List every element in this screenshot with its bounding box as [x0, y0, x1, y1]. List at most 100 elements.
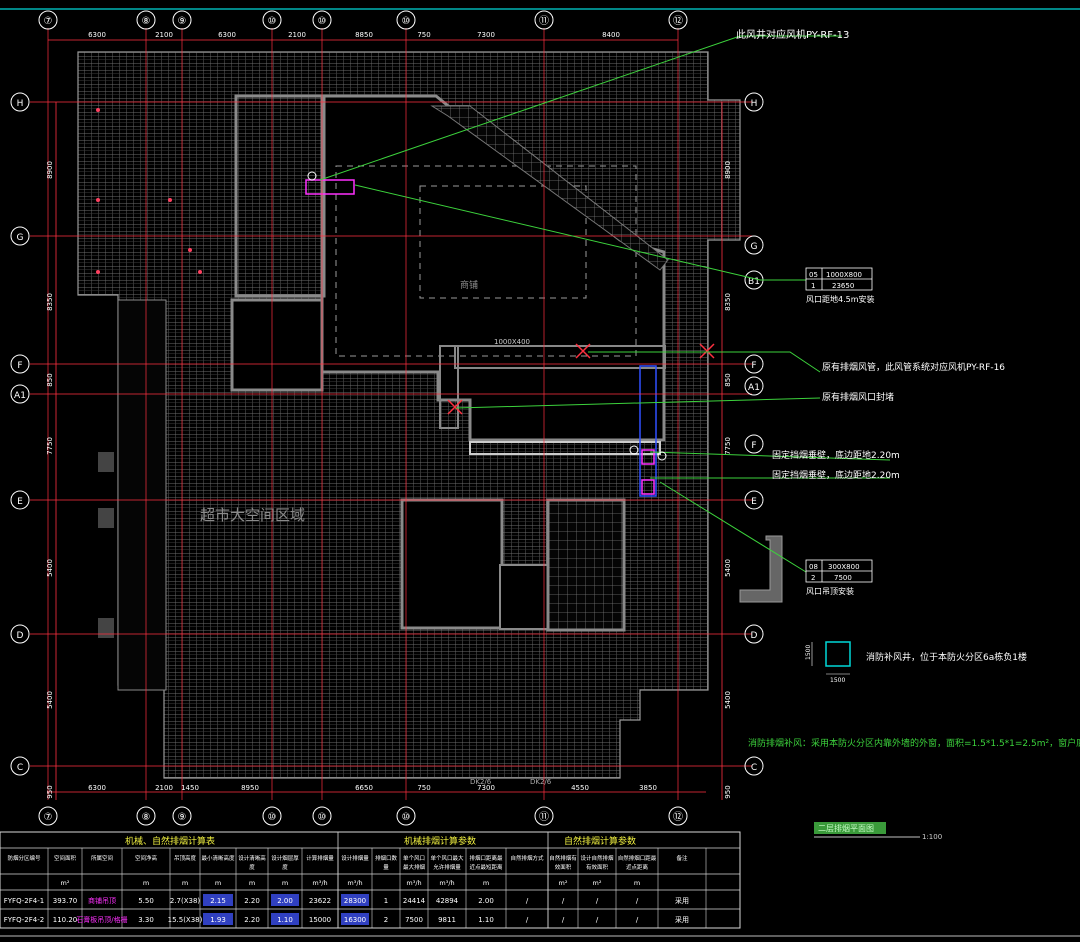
box2-flow: 7500: [834, 574, 852, 582]
table-header: 单个风口: [403, 854, 425, 862]
dim-top: 7300: [477, 31, 495, 39]
table-cell: 3.30: [138, 916, 154, 924]
table-cell: 28300: [344, 897, 366, 905]
grid-label-bottom: ⑩: [402, 812, 411, 823]
shaft-dim-w: 1500: [830, 677, 845, 684]
grid-label-right: G: [751, 242, 758, 252]
table-unit: m²: [61, 879, 70, 887]
grid-label-right: E: [751, 497, 757, 507]
grid-label-top: ⑩: [268, 16, 277, 27]
box2-note: 风口吊顶安装: [806, 586, 854, 596]
table-cell: /: [526, 916, 529, 924]
dim-left: 5400: [46, 559, 54, 577]
grid-label-right: F: [751, 441, 756, 451]
table-header: 设计自然排烟: [580, 854, 614, 862]
grid-label-left: D: [17, 631, 24, 641]
table-header: 设计排烟量: [341, 854, 369, 862]
table-cell: FYFQ-2F4-2: [4, 916, 44, 924]
calc-table: 机械、自然排烟计算表 机械排烟计算参数 自然排烟计算参数防烟分区编号 空间面积 所属空间…: [0, 831, 741, 929]
table-cell: /: [636, 916, 639, 924]
grid-label-right: A1: [748, 383, 760, 393]
dim-bottom: 2100: [155, 784, 173, 792]
box2-code: 08: [809, 563, 818, 571]
column-2: [98, 508, 114, 528]
dim-left: 7750: [46, 437, 54, 455]
plan-title-block: 二层排烟平面图 1:100: [814, 822, 942, 841]
table-header: 最小清晰高度: [201, 854, 235, 862]
grid-label-right: C: [751, 763, 757, 773]
table-cell: 商铺吊顶: [88, 896, 116, 905]
table-group-title: 机械排烟计算参数: [404, 835, 476, 847]
table-cell: /: [596, 916, 599, 924]
table-header: 近点距离: [626, 863, 649, 871]
grid-label-top: ⑩: [318, 16, 327, 27]
left-room: [230, 298, 324, 392]
shaft-dim-h: 1500: [805, 645, 812, 660]
plan-scale: 1:100: [922, 833, 942, 841]
box1-flow: 23650: [832, 282, 854, 290]
grid-label-top: ⑨: [178, 16, 187, 27]
grid-label-left: C: [17, 763, 23, 773]
table-cell: 2: [384, 916, 388, 924]
grid-label-bottom: ⑩: [268, 812, 277, 823]
grid-label-left: F: [17, 361, 22, 371]
table-unit: m: [282, 879, 288, 887]
grid-label-bottom: ⑧: [142, 812, 151, 823]
grid-label-bottom: ⑨: [178, 812, 187, 823]
table-unit: m: [483, 879, 489, 887]
table-cell: 1: [384, 897, 388, 905]
table-cell: /: [596, 897, 599, 905]
duct-label: 1000X400: [494, 338, 530, 346]
dim-bottom: 8950: [241, 784, 259, 792]
note-top-right: 此风井对应风机PY-RF-13: [736, 28, 849, 41]
table-header: 所属空间: [91, 854, 113, 862]
room-label: 超市大空间区域: [200, 506, 305, 524]
dim-top: 8850: [355, 31, 373, 39]
dim-left: 850: [46, 373, 54, 386]
grid-label-left: E: [17, 497, 23, 507]
lower-room-1: [400, 498, 504, 630]
grid-label-top: ⑦: [44, 16, 53, 27]
grid-label-left: A1: [14, 391, 26, 401]
table-cell: /: [562, 897, 565, 905]
table-header: 吊顶高度: [174, 854, 197, 862]
table-header: 设计清晰高: [238, 854, 266, 862]
grid-label-top: ⑫: [673, 15, 683, 27]
table-cell: 采用: [675, 896, 689, 905]
table-cell: 2.20: [244, 897, 260, 905]
table-header: 计算排烟量: [306, 854, 334, 862]
table-header: 允许排烟量: [433, 863, 461, 871]
table-header: 自然排烟有: [549, 854, 577, 862]
dim-top: 6300: [218, 31, 236, 39]
grid-label-left: G: [17, 233, 24, 243]
note-fixed-hang-2: 固定挡烟垂壁，底边距地2.20m: [772, 469, 900, 481]
dim-bottom: 750: [417, 784, 430, 792]
dim-bottom: 1450: [181, 784, 199, 792]
table-cell: 石膏板吊顶/格栅: [76, 915, 127, 924]
cad-drawing: ⑦ ⑦ ⑧ ⑧ ⑨ ⑨ ⑩ ⑩ ⑩ ⑩ ⑩ ⑩ ⑪ ⑪ ⑫ ⑫ 6300 2100 6300 2100 8850 750 7…: [0, 8, 1080, 937]
table-cell: 2.7(X38): [170, 897, 201, 905]
grid-label-bottom: ⑩: [318, 812, 327, 823]
table-cell: 1.10: [478, 916, 494, 924]
table-header: 空间面积: [54, 854, 77, 862]
table-group-title: 机械、自然排烟计算表: [125, 835, 215, 847]
table-group-title: 自然排烟计算参数: [564, 835, 636, 847]
table-cell: 15000: [309, 916, 331, 924]
table-cell: 2.00: [478, 897, 494, 905]
column-3: [98, 618, 114, 638]
grid-label-right: H: [751, 99, 758, 109]
box1-count: 1: [811, 282, 815, 290]
table-unit: m³/h: [406, 879, 421, 887]
grid-label-bottom: ⑪: [539, 811, 549, 823]
table-cell: /: [562, 916, 565, 924]
grid-label-left: H: [17, 99, 24, 109]
dim-top: 6300: [88, 31, 106, 39]
dim-left: 950: [46, 785, 54, 798]
right-annex: [739, 535, 783, 603]
dim-top: 8400: [602, 31, 620, 39]
note-existing-outlet: 原有排烟风口封堵: [822, 391, 894, 403]
table-header: 近点最短距离: [469, 863, 503, 871]
table-unit: m: [182, 879, 188, 887]
grid-label-top: ⑧: [142, 16, 151, 27]
grid-label-top: ⑪: [539, 15, 549, 27]
